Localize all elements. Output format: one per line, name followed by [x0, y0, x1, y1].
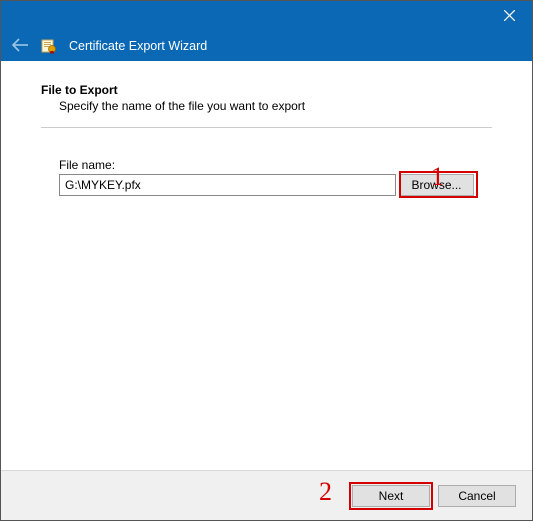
- wizard-title: Certificate Export Wizard: [69, 39, 207, 53]
- next-button[interactable]: Next: [352, 485, 430, 507]
- divider: [41, 127, 492, 128]
- close-icon: [504, 8, 515, 24]
- wizard-content: File to Export Specify the name of the f…: [1, 61, 532, 196]
- page-description: Specify the name of the file you want to…: [59, 99, 492, 113]
- browse-button[interactable]: Browse...: [399, 174, 474, 196]
- back-arrow-icon[interactable]: [11, 37, 29, 55]
- wizard-footer: Next Cancel: [1, 470, 532, 520]
- cancel-button[interactable]: Cancel: [438, 485, 516, 507]
- window-titlebar: [1, 1, 532, 31]
- certificate-icon: [41, 38, 57, 54]
- filename-label: File name:: [59, 158, 492, 172]
- wizard-header: Certificate Export Wizard: [1, 31, 532, 61]
- close-button[interactable]: [487, 1, 532, 31]
- filename-input[interactable]: [59, 174, 396, 196]
- page-heading: File to Export: [41, 83, 492, 97]
